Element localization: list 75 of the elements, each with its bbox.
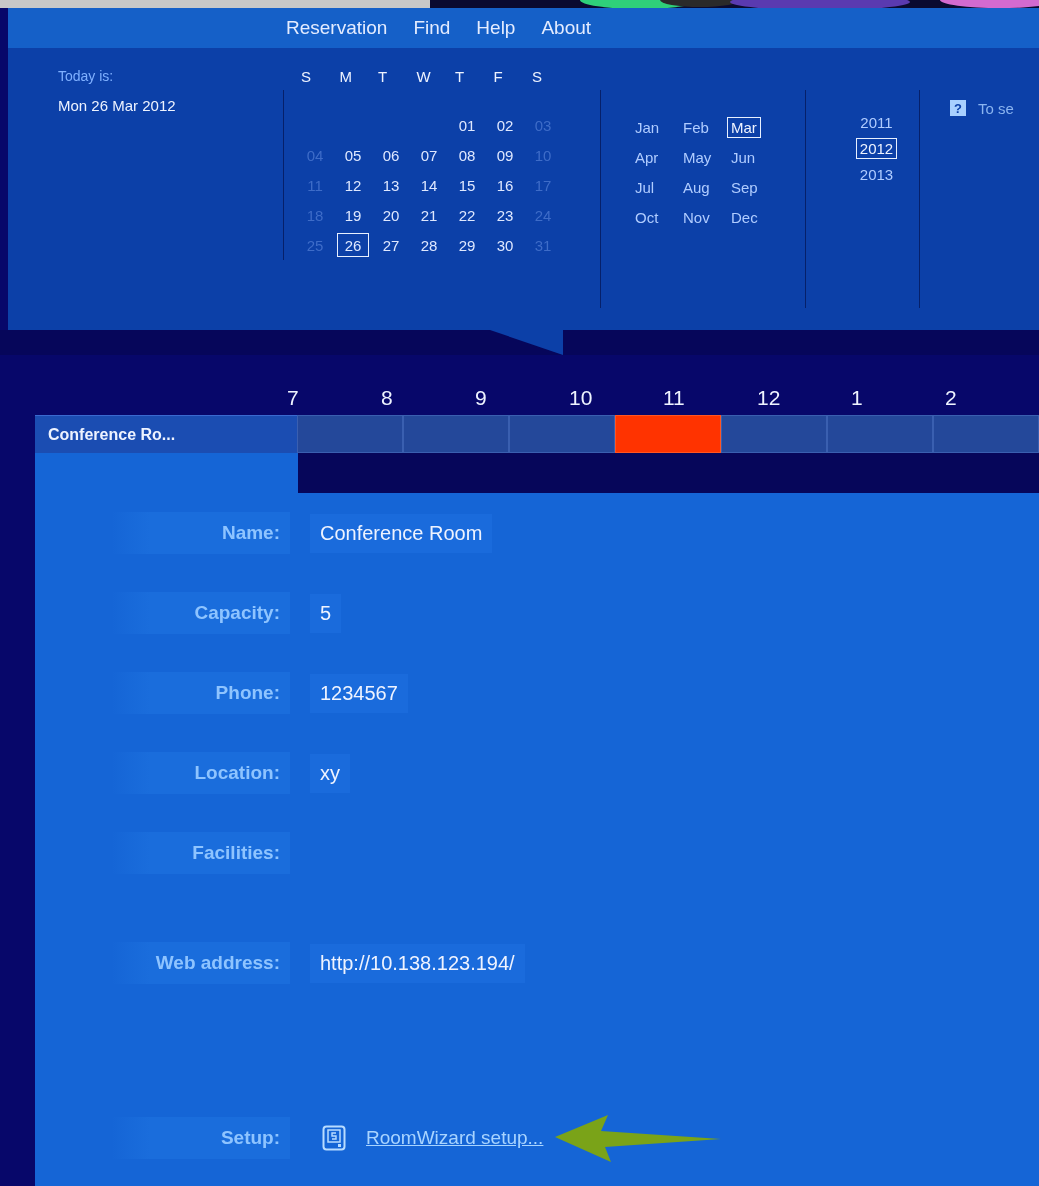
weekday-header: M xyxy=(339,68,353,87)
time-slot[interactable] xyxy=(297,415,403,453)
hour-label: 12 xyxy=(757,386,782,410)
calendar-day[interactable]: 20 xyxy=(375,203,407,227)
field-value: Conference Room xyxy=(310,513,493,553)
time-slot[interactable] xyxy=(721,415,827,453)
hour-label: 8 xyxy=(381,386,394,410)
hour-label: 1 xyxy=(851,386,864,410)
calendar-day[interactable]: 13 xyxy=(375,173,407,197)
calendar-day[interactable]: 19 xyxy=(337,203,369,227)
hour-label: 2 xyxy=(945,386,958,410)
month-item[interactable]: Feb xyxy=(679,116,713,138)
month-item[interactable]: Mar xyxy=(727,116,761,138)
calendar-day[interactable]: 02 xyxy=(489,113,521,137)
time-slot[interactable] xyxy=(827,415,933,453)
help-icon: ? xyxy=(950,100,966,116)
room-name: Conference Ro... xyxy=(35,415,297,453)
calendar-day[interactable]: 12 xyxy=(337,173,369,197)
booked-slot[interactable] xyxy=(615,415,721,453)
calendar-day[interactable]: 08 xyxy=(451,143,483,167)
calendar-day[interactable]: 27 xyxy=(375,233,407,257)
hour-label: 11 xyxy=(663,386,686,410)
menu-item[interactable]: Reservation xyxy=(274,17,400,39)
field-value: http://10.138.123.194/ xyxy=(310,943,525,983)
hour-label: 10 xyxy=(569,386,594,410)
calendar-day[interactable]: 05 xyxy=(337,143,369,167)
setup-link[interactable]: RoomWizard setup... xyxy=(366,1127,544,1149)
calendar-day[interactable]: 09 xyxy=(489,143,521,167)
menu-item[interactable]: Find xyxy=(401,17,463,39)
month-item[interactable]: Jan xyxy=(631,116,664,138)
weekday-header: T xyxy=(455,68,466,87)
weekday-header: S xyxy=(532,68,543,87)
month-item[interactable]: Aug xyxy=(679,176,714,198)
calendar-day[interactable]: 29 xyxy=(451,233,483,257)
time-slot[interactable] xyxy=(509,415,615,453)
month-item[interactable]: Jun xyxy=(727,146,760,168)
weekday-header: F xyxy=(493,68,504,87)
calendar-day[interactable]: 26 xyxy=(337,233,369,257)
year-item[interactable]: 2012 xyxy=(855,138,898,159)
today-label: Today is: xyxy=(58,68,115,84)
time-slot[interactable] xyxy=(933,415,1039,453)
calendar-day[interactable]: 21 xyxy=(413,203,445,227)
year-item[interactable]: 2011 xyxy=(856,112,897,133)
calendar-day[interactable]: 28 xyxy=(413,233,445,257)
field-value: 1234567 xyxy=(310,673,408,713)
hour-label: 9 xyxy=(475,386,488,410)
calendar-day[interactable]: 14 xyxy=(413,173,445,197)
weekday-header: T xyxy=(378,68,389,87)
setup-icon xyxy=(322,1125,346,1151)
help-text: To se xyxy=(978,100,1014,117)
month-item[interactable]: Jul xyxy=(631,176,659,198)
time-slot[interactable] xyxy=(403,415,509,453)
weekday-header: S xyxy=(301,68,312,87)
field-value: xy xyxy=(310,753,350,793)
month-item[interactable]: Oct xyxy=(631,206,663,228)
calendar-day[interactable]: 22 xyxy=(451,203,483,227)
calendar-day[interactable]: 23 xyxy=(489,203,521,227)
calendar-day[interactable]: 06 xyxy=(375,143,407,167)
weekday-header: W xyxy=(416,68,432,87)
menu-item[interactable]: About xyxy=(529,17,604,39)
calendar-day[interactable]: 16 xyxy=(489,173,521,197)
menu-item[interactable]: Help xyxy=(464,17,528,39)
hour-label: 7 xyxy=(287,386,300,410)
month-item[interactable]: Apr xyxy=(631,146,663,168)
calendar-day[interactable]: 07 xyxy=(413,143,445,167)
field-value: 5 xyxy=(310,593,342,633)
calendar-day[interactable]: 15 xyxy=(451,173,483,197)
month-item[interactable]: Nov xyxy=(679,206,714,228)
year-item[interactable]: 2013 xyxy=(855,164,898,185)
calendar-day[interactable]: 30 xyxy=(489,233,521,257)
month-item[interactable]: Dec xyxy=(727,206,762,228)
month-item[interactable]: May xyxy=(679,146,716,168)
today-date: Mon 26 Mar 2012 xyxy=(58,97,177,114)
month-item[interactable]: Sep xyxy=(727,176,762,198)
calendar-day[interactable]: 01 xyxy=(451,113,483,137)
